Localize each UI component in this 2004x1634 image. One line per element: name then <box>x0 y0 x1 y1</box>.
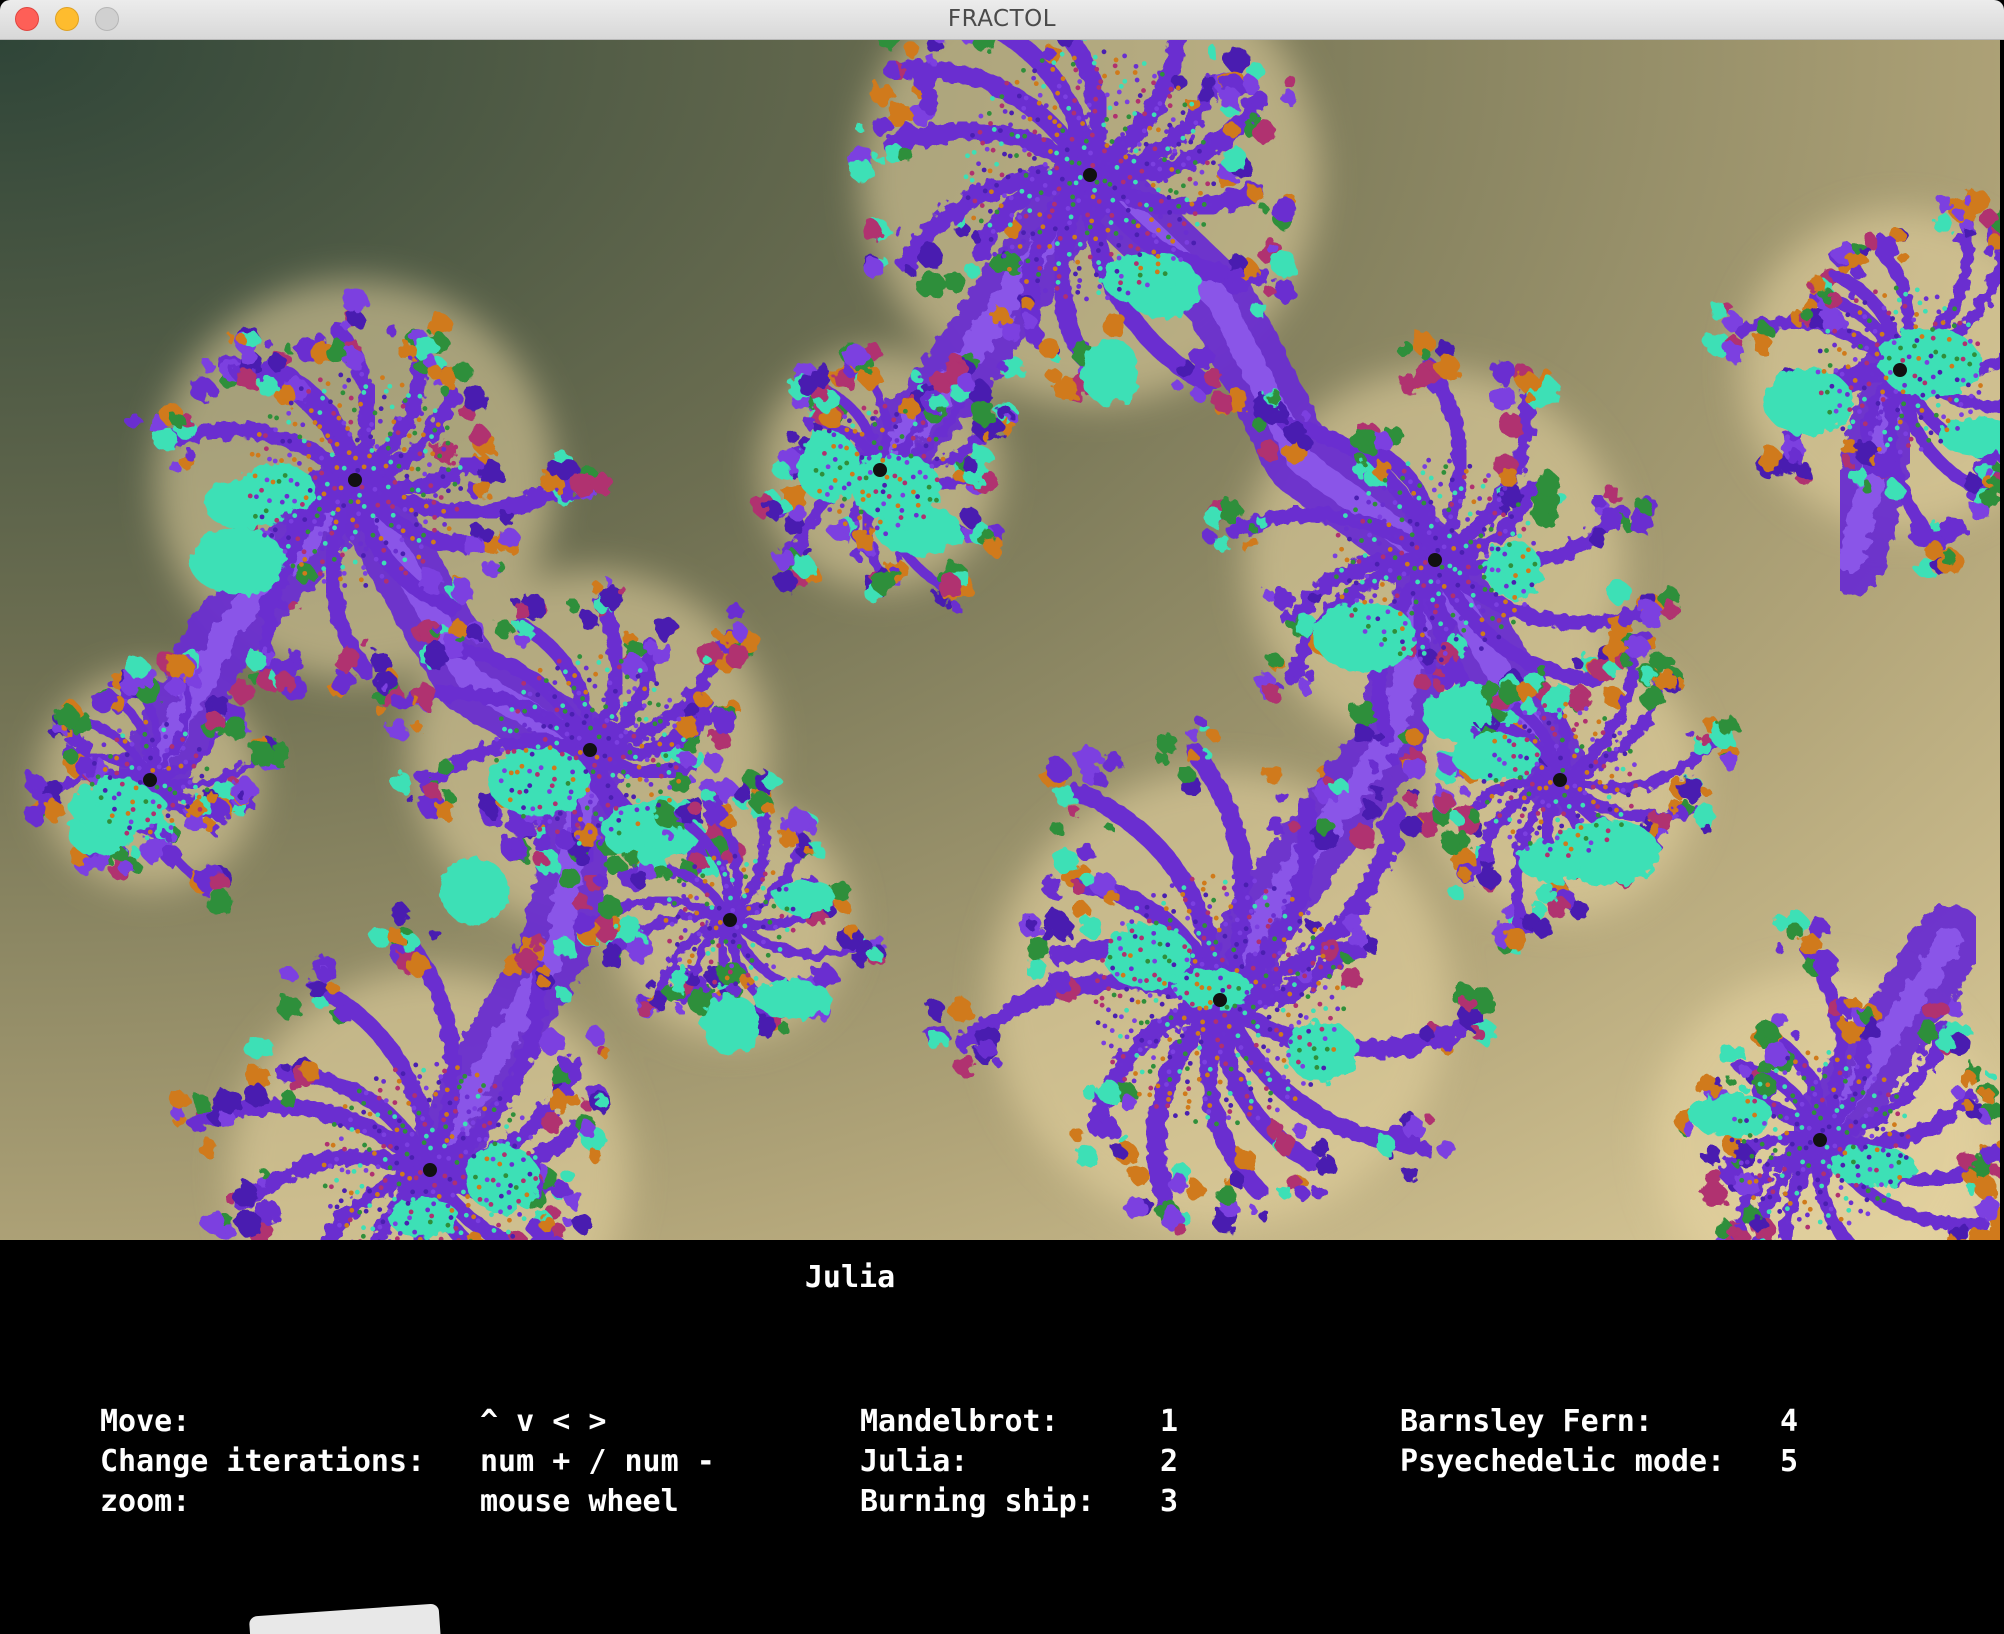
control-label: Change iterations: <box>100 1444 426 1479</box>
window-title: FRACTOL <box>947 6 1057 32</box>
fractal-name-label: Julia <box>804 1260 896 1295</box>
control-row-iterations: Change iterations: num + / num - <box>100 1442 715 1482</box>
fractal-key-value: 1 <box>1160 1404 1179 1439</box>
control-row-move: Move: ^ v < > <box>100 1402 715 1442</box>
fractol-window: FRACTOL Julia Move: ^ v < > Change itera… <box>0 0 2004 1634</box>
fractal-key-label: Burning ship: <box>860 1484 1095 1519</box>
control-label: Move: <box>100 1404 191 1439</box>
control-value: mouse wheel <box>480 1484 679 1519</box>
fractal-key-mandelbrot: Mandelbrot: 1 <box>860 1402 1178 1442</box>
fractal-key-value: 4 <box>1780 1404 1799 1439</box>
fractal-keys-list: Mandelbrot: 1 Julia: 2 Burning ship: 3 <box>860 1402 1178 1522</box>
julia-fractal-render[interactable] <box>0 40 2000 1240</box>
control-label: zoom: <box>100 1484 191 1519</box>
fractal-key-psychedelic: Psyechedelic mode: 5 <box>1400 1442 1798 1482</box>
fractal-key-julia: Julia: 2 <box>860 1442 1178 1482</box>
fractal-canvas[interactable] <box>0 40 2000 1240</box>
fractal-key-value: 5 <box>1780 1444 1799 1479</box>
control-value: ^ v < > <box>480 1404 607 1439</box>
controls-list: Move: ^ v < > Change iterations: num + / n… <box>100 1402 715 1522</box>
fractal-key-barnsley-fern: Barnsley Fern: 4 <box>1400 1402 1798 1442</box>
fractal-key-value: 3 <box>1160 1484 1179 1519</box>
info-panel: Julia Move: ^ v < > Change iterations: num… <box>0 1240 2004 1634</box>
fractal-keys-list-2: Barnsley Fern: 4 Psyechedelic mode: 5 <box>1400 1402 1798 1482</box>
fractal-key-label: Mandelbrot: <box>860 1404 1059 1439</box>
fractal-key-label: Barnsley Fern: <box>1400 1404 1653 1439</box>
title-bar[interactable]: FRACTOL <box>0 0 2004 40</box>
fractal-key-value: 2 <box>1160 1444 1179 1479</box>
control-row-zoom: zoom: mouse wheel <box>100 1482 715 1522</box>
fractal-key-burning-ship: Burning ship: 3 <box>860 1482 1178 1522</box>
control-value: num + / num - <box>480 1444 715 1479</box>
fractal-key-label: Psyechedelic mode: <box>1400 1444 1726 1479</box>
fractal-key-label: Julia: <box>860 1444 969 1479</box>
